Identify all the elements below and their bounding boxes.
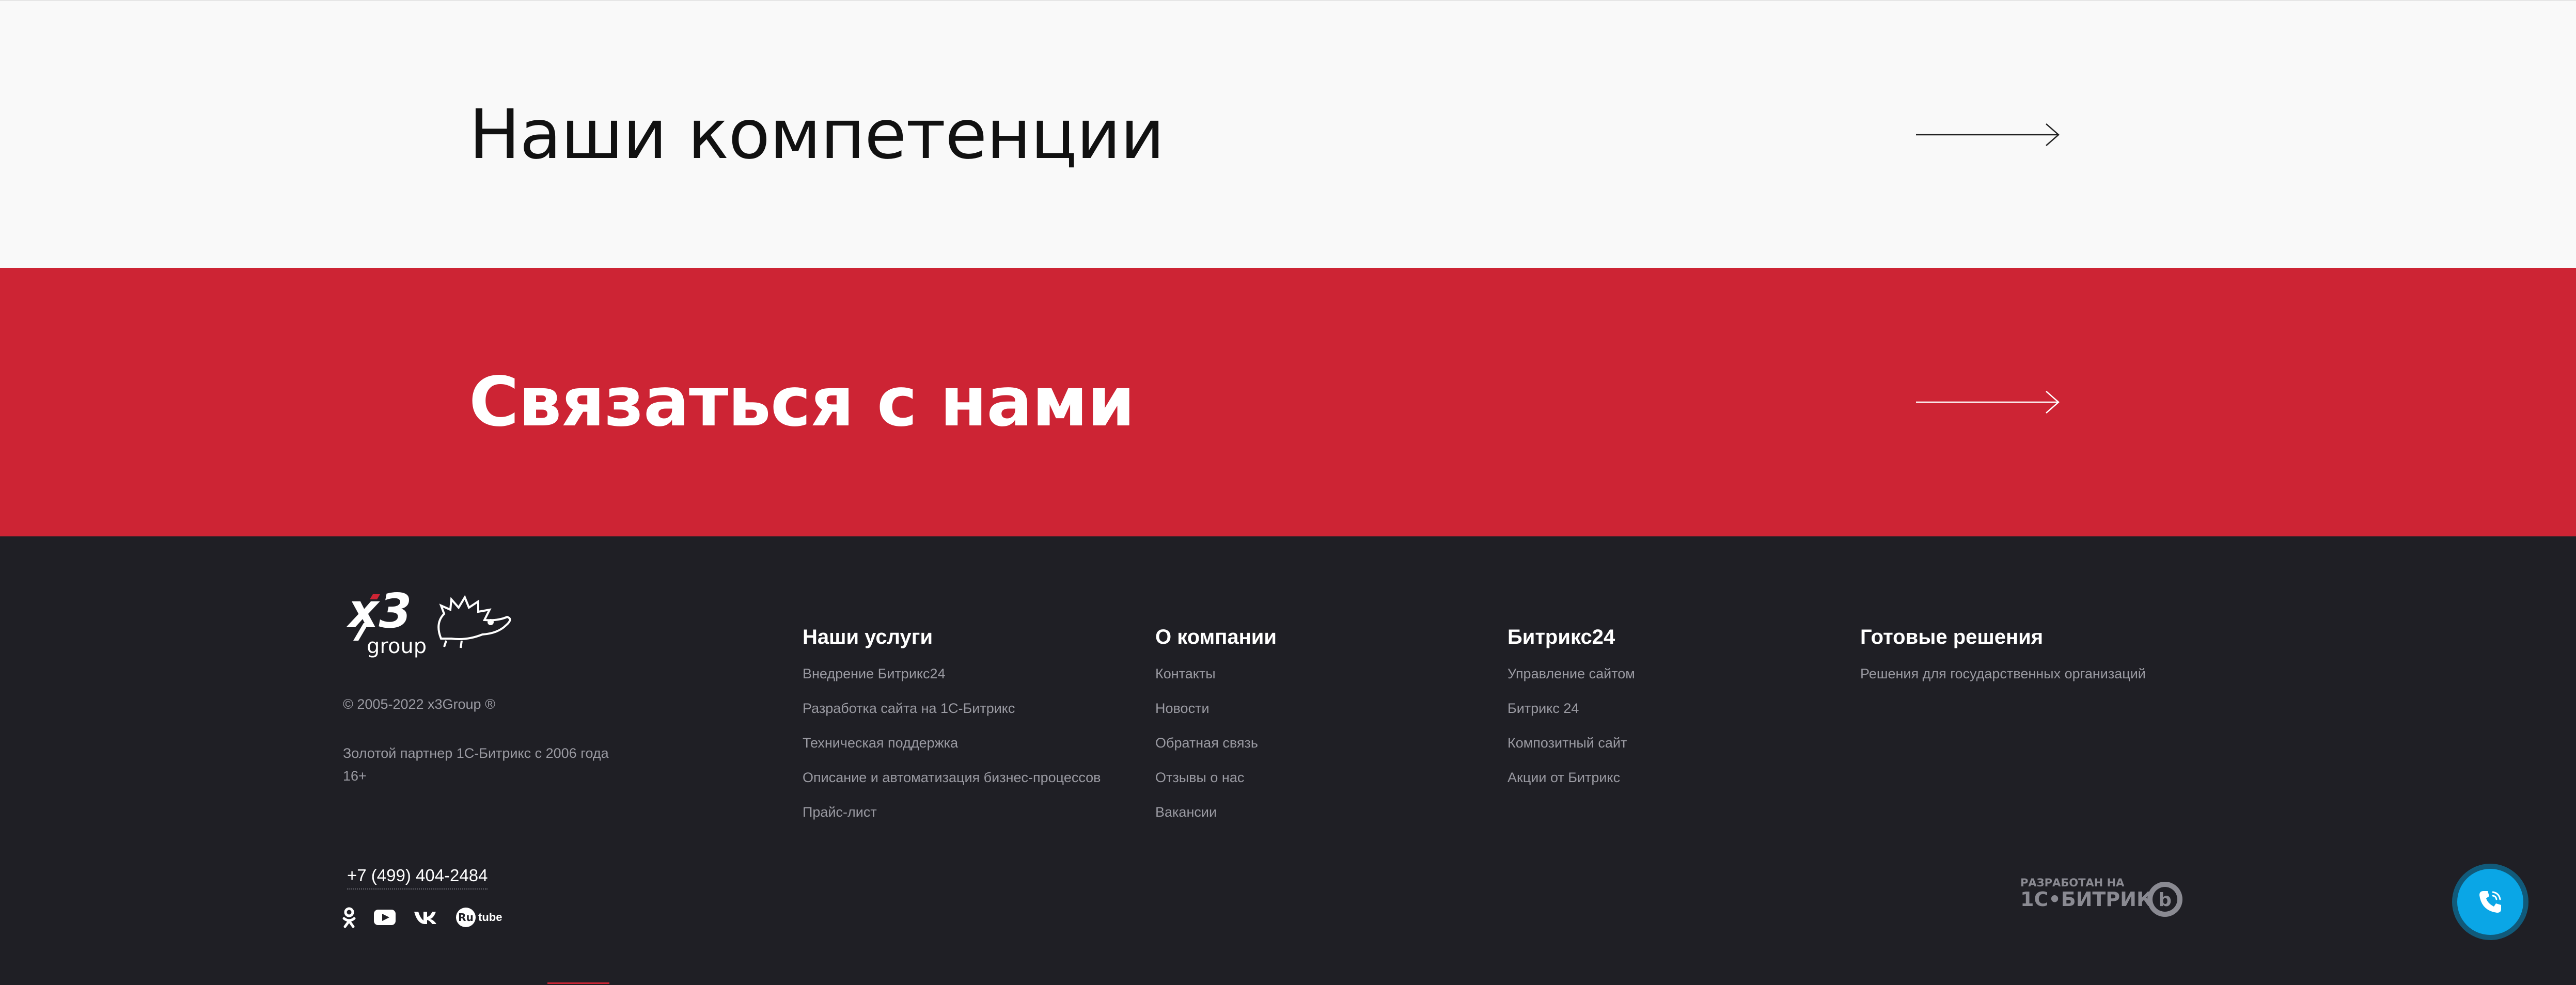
competencies-title[interactable]: Наши компетенции — [469, 101, 1165, 169]
bitrix-badge[interactable]: РАЗРАБОТАН НА 1С•БИТРИКС b — [2019, 875, 2185, 922]
footer-column-bitrix24: Битрикс24 Управление сайтом Битрикс 24 К… — [1507, 627, 1635, 805]
partner-info: Золотой партнер 1С-Битрикс с 2006 года 1… — [343, 742, 632, 787]
column-title[interactable]: Готовые решения — [1860, 627, 2146, 647]
competencies-section[interactable]: Наши компетенции — [0, 0, 2576, 268]
callback-button[interactable] — [2457, 869, 2523, 935]
footer-column-solutions: Готовые решения Решения для государствен… — [1860, 627, 2146, 702]
footer-link[interactable]: Решения для государственных организаций — [1860, 667, 2146, 681]
footer-link[interactable]: Вакансии — [1155, 805, 1277, 819]
x3group-logo[interactable]: x3 group — [343, 587, 524, 659]
social-links: Ru tube — [342, 907, 502, 928]
arrow-right-icon[interactable] — [1916, 122, 2061, 148]
footer-column-services: Наши услуги Внедрение Битрикс24 Разработ… — [803, 627, 1101, 840]
contact-title[interactable]: Связаться с нами — [469, 368, 1135, 436]
youtube-icon[interactable] — [374, 910, 396, 925]
footer-link[interactable]: Композитный сайт — [1507, 736, 1635, 750]
footer-link[interactable]: Обратная связь — [1155, 736, 1277, 750]
footer-link[interactable]: Техническая поддержка — [803, 736, 1101, 750]
odnoklassniki-icon[interactable] — [342, 907, 356, 928]
footer-link[interactable]: Внедрение Битрикс24 — [803, 667, 1101, 681]
vk-icon[interactable] — [413, 910, 437, 925]
footer-link[interactable]: Управление сайтом — [1507, 667, 1635, 681]
footer-link[interactable]: Описание и автоматизация бизнес-процессо… — [803, 771, 1101, 785]
footer-link[interactable]: Прайс-лист — [803, 805, 1101, 819]
footer-link[interactable]: Разработка сайта на 1С-Битрикс — [803, 702, 1101, 716]
hedgehog-icon — [437, 595, 511, 648]
copyright: © 2005-2022 x3Group ® — [343, 696, 495, 712]
column-title[interactable]: Наши услуги — [803, 627, 1101, 647]
footer-link[interactable]: Отзывы о нас — [1155, 771, 1277, 785]
arrow-right-icon[interactable] — [1916, 389, 2061, 415]
accent-underline — [547, 982, 609, 984]
footer-link[interactable]: Контакты — [1155, 667, 1277, 681]
contact-section[interactable]: Связаться с нами — [0, 268, 2576, 536]
footer-link[interactable]: Битрикс 24 — [1507, 702, 1635, 716]
svg-text:Ru: Ru — [458, 911, 474, 924]
rutube-icon[interactable]: Ru tube — [454, 907, 502, 928]
footer-link[interactable]: Акции от Битрикс — [1507, 771, 1635, 785]
phone-link[interactable]: +7 (499) 404-2484 — [347, 866, 488, 889]
column-title[interactable]: Битрикс24 — [1507, 627, 1635, 647]
bitrix-logo-icon: b — [2147, 882, 2182, 917]
logo-sub: group — [367, 634, 427, 658]
partner-line: Золотой партнер 1С-Битрикс с 2006 года — [343, 745, 609, 761]
bitrix-badge-line1: РАЗРАБОТАН НА — [2020, 877, 2125, 889]
footer-column-company: О компании Контакты Новости Обратная свя… — [1155, 627, 1277, 840]
rutube-label: tube — [478, 911, 502, 924]
footer-link[interactable]: Новости — [1155, 702, 1277, 716]
bitrix-badge-line2: 1С•БИТРИКС — [2020, 888, 2167, 911]
column-title[interactable]: О компании — [1155, 627, 1277, 647]
age-rating: 16+ — [343, 768, 367, 784]
svg-text:b: b — [2158, 889, 2172, 911]
footer: x3 group © 2005-2022 x3Group ® Золотой п… — [0, 536, 2576, 985]
phone-icon — [2479, 891, 2501, 913]
